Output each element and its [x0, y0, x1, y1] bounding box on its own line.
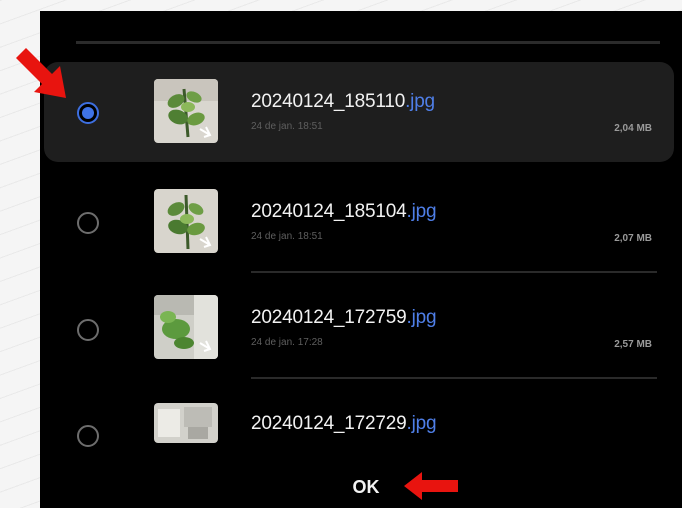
file-row[interactable]: 20240124_172729.jpg [40, 389, 682, 451]
file-row[interactable]: 20240124_172759.jpg 24 de jan. 17:28 2,5… [40, 279, 682, 387]
file-thumbnail [154, 189, 218, 253]
radio-unchecked-icon[interactable] [77, 319, 99, 341]
file-name: 20240124_172759.jpg [251, 307, 437, 328]
file-row[interactable]: 20240124_185104.jpg 24 de jan. 18:51 2,0… [40, 169, 682, 277]
file-name: 20240124_172729.jpg [251, 413, 437, 434]
file-date: 24 de jan. 18:51 [251, 121, 323, 132]
file-date: 24 de jan. 18:51 [251, 231, 323, 242]
row-divider [251, 377, 657, 379]
file-name: 20240124_185104.jpg [251, 201, 437, 222]
file-thumbnail [154, 295, 218, 359]
ok-button[interactable]: OK [336, 473, 396, 501]
file-extension: .jpg [406, 413, 437, 434]
file-extension: .jpg [406, 201, 437, 222]
file-date: 24 de jan. 17:28 [251, 337, 323, 348]
file-size: 2,04 MB [614, 123, 652, 134]
radio-checked-icon[interactable] [77, 102, 99, 124]
row-divider [251, 271, 657, 273]
file-extension: .jpg [405, 91, 435, 112]
file-picker-dialog: 20240124_185110.jpg 24 de jan. 18:51 2,0… [40, 11, 682, 508]
file-thumbnail [154, 403, 218, 443]
radio-unchecked-icon[interactable] [77, 212, 99, 234]
file-size: 2,07 MB [614, 233, 652, 244]
file-thumbnail [154, 79, 218, 143]
file-row[interactable]: 20240124_185110.jpg 24 de jan. 18:51 2,0… [40, 59, 682, 167]
file-name: 20240124_185110.jpg [251, 91, 435, 112]
file-list: 20240124_185110.jpg 24 de jan. 18:51 2,0… [40, 11, 682, 451]
radio-unchecked-icon[interactable] [77, 425, 99, 447]
red-arrow-icon [404, 472, 458, 500]
file-extension: .jpg [406, 307, 437, 328]
file-size: 2,57 MB [614, 339, 652, 350]
red-arrow-icon [16, 48, 66, 98]
